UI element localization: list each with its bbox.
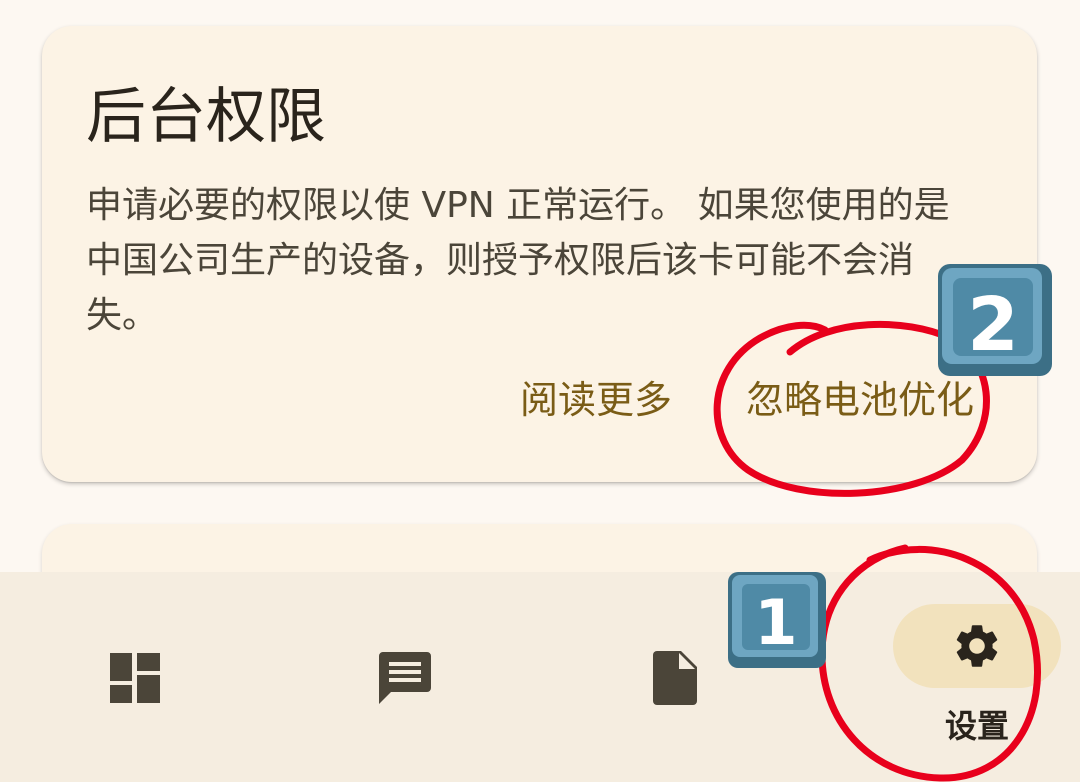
message-icon [379, 652, 431, 704]
ignore-battery-optimization-button[interactable]: 忽略电池优化 [746, 376, 974, 424]
bottom-navigation: 设置 [0, 572, 1080, 782]
card-title: 后台权限 [86, 82, 326, 152]
document-icon [653, 651, 697, 705]
nav-item-documents[interactable] [540, 572, 810, 782]
nav-item-settings[interactable]: 设置 [810, 572, 1080, 782]
nav-item-messages[interactable] [270, 572, 540, 782]
nav-label-settings: 设置 [944, 707, 1009, 745]
background-permission-card: 后台权限 申请必要的权限以使 VPN 正常运行。 如果您使用的是中国公司生产的设… [42, 26, 1037, 482]
nav-item-dashboard[interactable] [0, 572, 270, 782]
read-more-button[interactable]: 阅读更多 [520, 376, 672, 424]
card-actions: 阅读更多 忽略电池优化 [520, 376, 974, 424]
selected-indicator [893, 604, 1061, 688]
dashboard-icon [110, 653, 160, 703]
card-description: 申请必要的权限以使 VPN 正常运行。 如果您使用的是中国公司生产的设备，则授予… [86, 185, 950, 336]
gear-icon [956, 625, 998, 667]
